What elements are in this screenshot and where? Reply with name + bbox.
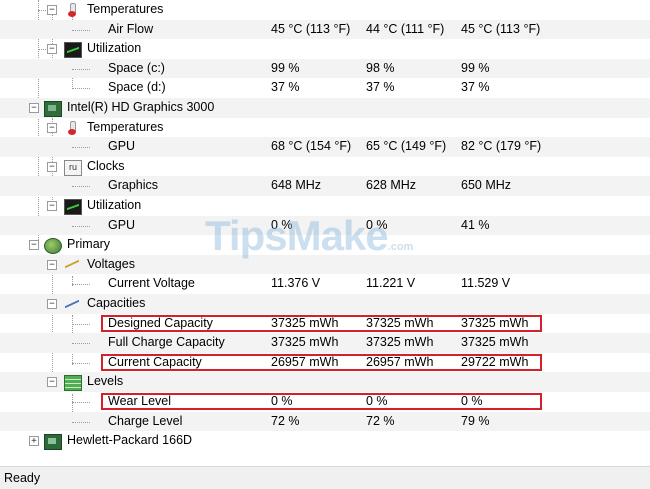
tree-row-utilization[interactable]: − Utilization	[0, 39, 650, 59]
value-max: 82 °C (179 °F)	[461, 139, 542, 154]
tree-row-temperatures[interactable]: − Temperatures	[0, 118, 650, 138]
tree-row-capacities[interactable]: − Capacities	[0, 294, 650, 314]
sensor-row-space-d[interactable]: Space (d:) 37 % 37 % 37 %	[0, 78, 650, 98]
status-bar: Ready	[0, 466, 650, 489]
value-current: 37325 mWh	[271, 335, 339, 350]
value-current: 99 %	[271, 60, 300, 75]
value-max: 37 %	[461, 80, 490, 95]
sensor-row-charge-level[interactable]: Charge Level 72 % 72 % 79 %	[0, 411, 650, 432]
sensor-label: Space (d:)	[108, 80, 166, 95]
node-label: Utilization	[87, 198, 142, 212]
value-max: 79 %	[461, 413, 490, 428]
value-current: 11.376 V	[271, 276, 321, 291]
status-text: Ready	[4, 471, 41, 485]
graph-icon	[64, 199, 82, 215]
value-max: 650 MHz	[461, 178, 512, 193]
sensor-label: Graphics	[108, 178, 159, 193]
tree-row-temperatures[interactable]: − Temperatures	[0, 0, 650, 20]
sensor-row-air-flow[interactable]: Air Flow 45 °C (113 °F) 44 °C (111 °F) 4…	[0, 19, 650, 40]
value-max: 11.529 V	[461, 276, 511, 291]
node-label: Primary	[67, 237, 111, 252]
sensor-row-space-c[interactable]: Space (c:) 99 % 98 % 99 %	[0, 58, 650, 79]
highlight-current-capacity	[101, 354, 542, 371]
sensor-label: GPU	[108, 139, 136, 154]
collapse-toggle[interactable]: −	[47, 5, 57, 15]
collapse-toggle[interactable]: −	[29, 103, 39, 113]
thermometer-icon	[64, 3, 80, 17]
value-max: 37325 mWh	[461, 335, 529, 350]
node-label: Utilization	[87, 41, 142, 56]
tree-row-hewlett-packard[interactable]: + Hewlett-Packard 166D	[0, 431, 650, 451]
sensor-label: Current Voltage	[108, 276, 195, 291]
collapse-toggle[interactable]: −	[47, 377, 57, 388]
sensor-tree[interactable]: − Temperatures Air Flow 45 °C (113 °F) 4…	[0, 0, 650, 466]
collapse-toggle[interactable]: −	[47, 299, 57, 309]
collapse-toggle[interactable]: −	[29, 240, 39, 251]
sensor-label: GPU	[108, 217, 136, 232]
expand-toggle[interactable]: +	[29, 436, 39, 447]
value-current: 68 °C (154 °F)	[271, 139, 352, 154]
thermometer-icon	[64, 120, 80, 135]
value-current: 72 %	[271, 413, 300, 428]
value-min: 11.221 V	[366, 276, 416, 291]
value-max: 41 %	[461, 217, 490, 232]
collapse-toggle[interactable]: −	[47, 201, 57, 211]
capacity-icon	[64, 297, 80, 311]
value-max: 45 °C (113 °F)	[461, 21, 541, 36]
value-min: 37325 mWh	[366, 335, 434, 350]
clock-icon: ru	[64, 159, 82, 176]
highlight-designed-capacity	[101, 315, 542, 332]
value-current: 37 %	[271, 80, 300, 95]
graph-icon	[64, 42, 82, 59]
highlight-wear-level	[101, 393, 542, 410]
sensor-row-current-voltage[interactable]: Current Voltage 11.376 V 11.221 V 11.529…	[0, 274, 650, 294]
value-min: 98 %	[366, 60, 395, 75]
device-icon	[44, 434, 62, 451]
tree-row-intel-hd-graphics[interactable]: − Intel(R) HD Graphics 3000	[0, 98, 650, 118]
battery-icon	[44, 238, 62, 255]
value-max: 99 %	[461, 60, 490, 75]
watermark: TipsMake.com	[205, 212, 414, 259]
sensor-row-full-charge-capacity[interactable]: Full Charge Capacity 37325 mWh 37325 mWh…	[0, 333, 650, 353]
value-min: 72 %	[366, 413, 395, 428]
sensor-row-gpu-temperature[interactable]: GPU 68 °C (154 °F) 65 °C (149 °F) 82 °C …	[0, 137, 650, 157]
node-label: Voltages	[87, 256, 135, 271]
voltage-icon	[64, 258, 80, 272]
value-current: 45 °C (113 °F)	[271, 21, 351, 36]
tree-row-clocks[interactable]: − ru Clocks	[0, 157, 650, 177]
levels-icon	[64, 375, 82, 392]
sensor-label: Full Charge Capacity	[108, 335, 225, 350]
tree-row-levels[interactable]: − Levels	[0, 372, 650, 392]
value-min: 37 %	[366, 80, 395, 95]
node-label: Clocks	[87, 158, 125, 173]
chip-icon	[44, 101, 62, 117]
node-label: Levels	[87, 374, 124, 389]
node-label: Capacities	[87, 296, 146, 310]
sensor-label: Space (c:)	[108, 60, 165, 75]
collapse-toggle[interactable]: −	[47, 161, 57, 172]
collapse-toggle[interactable]: −	[47, 122, 57, 133]
collapse-toggle[interactable]: −	[47, 259, 57, 270]
value-current: 648 MHz	[271, 178, 322, 193]
sensor-label: Charge Level	[108, 413, 183, 428]
node-label: Hewlett-Packard 166D	[67, 433, 193, 448]
collapse-toggle[interactable]: −	[47, 44, 57, 55]
node-label: Temperatures	[87, 119, 164, 134]
sensor-row-graphics-clock[interactable]: Graphics 648 MHz 628 MHz 650 MHz	[0, 176, 650, 196]
node-label: Intel(R) HD Graphics 3000	[67, 100, 215, 114]
node-label: Temperatures	[87, 2, 164, 16]
value-min: 65 °C (149 °F)	[366, 139, 447, 154]
value-min: 44 °C (111 °F)	[366, 21, 445, 36]
value-min: 628 MHz	[366, 178, 417, 193]
sensor-label: Air Flow	[108, 21, 154, 36]
